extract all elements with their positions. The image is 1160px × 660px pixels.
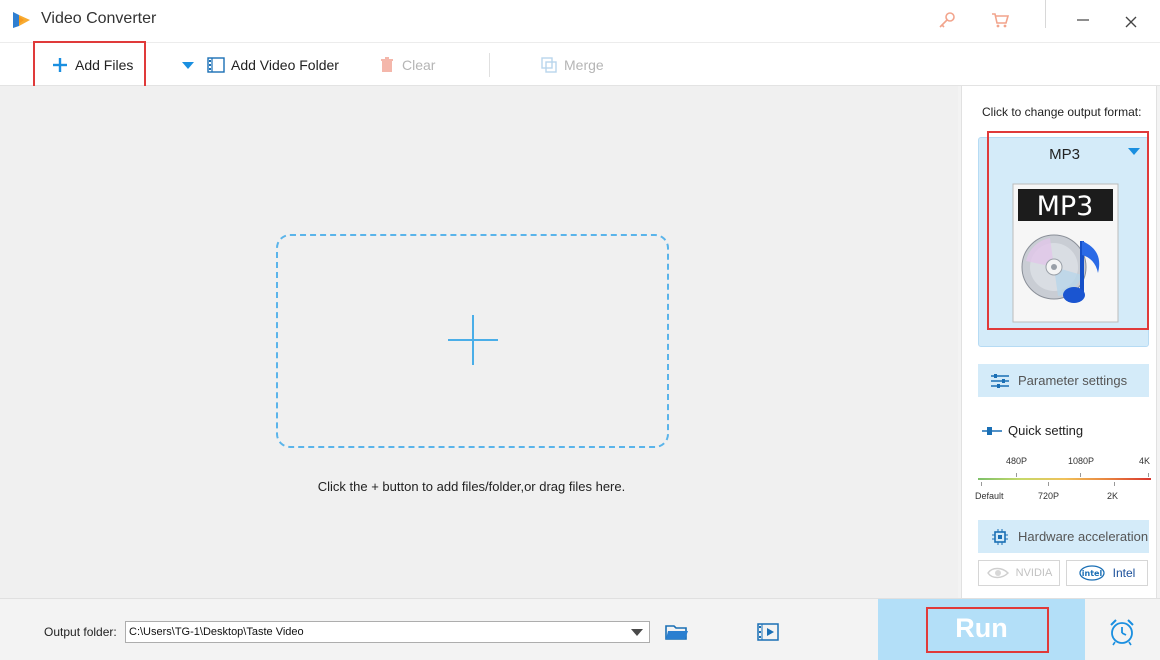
app-logo-icon bbox=[13, 12, 30, 28]
merge-button[interactable]: Merge bbox=[540, 43, 604, 87]
format-name: MP3 bbox=[1049, 146, 1080, 163]
footer: Output folder: C:\Users\TG-1\Desktop\Tas… bbox=[0, 598, 1160, 660]
tick-480p: 480P bbox=[1006, 456, 1028, 466]
cart-icon[interactable] bbox=[988, 9, 1012, 31]
chevron-down-icon bbox=[631, 629, 643, 636]
quick-setting-label: Quick setting bbox=[982, 423, 1083, 438]
toolbar: Add Files Add Video Folder Clear Merge bbox=[0, 41, 1160, 89]
parameter-settings-label: Parameter settings bbox=[1018, 373, 1128, 388]
tick-2k: 2K bbox=[1107, 491, 1119, 501]
nvidia-label: NVIDIA bbox=[1015, 567, 1053, 579]
file-list-area: Click the + button to add files/folder,o… bbox=[0, 86, 958, 598]
run-label: Run bbox=[955, 613, 1008, 643]
video-folder-icon[interactable] bbox=[755, 621, 781, 643]
alarm-clock-icon[interactable] bbox=[1107, 617, 1137, 647]
intel-icon: intel bbox=[1079, 565, 1105, 581]
chip-icon bbox=[990, 527, 1010, 547]
merge-icon bbox=[540, 56, 558, 74]
toolbar-separator bbox=[489, 53, 490, 77]
add-video-folder-button[interactable]: Add Video Folder bbox=[207, 43, 339, 87]
open-folder-icon[interactable] bbox=[664, 621, 690, 643]
clear-button[interactable]: Clear bbox=[378, 43, 435, 87]
hardware-acceleration-button[interactable]: Hardware acceleration bbox=[978, 520, 1149, 553]
nvidia-icon bbox=[986, 566, 1010, 580]
chevron-down-icon bbox=[1128, 148, 1140, 155]
intel-button[interactable]: intel Intel bbox=[1066, 560, 1148, 586]
hardware-acceleration-label: Hardware acceleration bbox=[1018, 529, 1149, 544]
mp3-format-icon: MP3 bbox=[1012, 183, 1119, 323]
title-bar: Video Converter bbox=[0, 0, 1160, 42]
tick-4k: 4K bbox=[1139, 456, 1151, 466]
chevron-down-icon bbox=[179, 56, 197, 74]
drop-zone[interactable] bbox=[276, 234, 669, 448]
add-files-dropdown[interactable] bbox=[179, 43, 197, 87]
slider-icon bbox=[982, 425, 1002, 437]
tick-1080p: 1080P bbox=[1068, 456, 1095, 466]
tick-default: Default bbox=[975, 491, 1004, 501]
output-folder-field[interactable]: C:\Users\TG-1\Desktop\Taste Video bbox=[125, 621, 650, 643]
mp3-icon-label: MP3 bbox=[1037, 191, 1094, 222]
nvidia-button[interactable]: NVIDIA bbox=[978, 560, 1060, 586]
quality-slider-track bbox=[978, 478, 1151, 480]
window-title: Video Converter bbox=[41, 10, 157, 27]
clear-label: Clear bbox=[402, 57, 436, 73]
output-format-label: Click to change output format: bbox=[982, 105, 1142, 119]
output-format-selector[interactable]: MP3 MP3 bbox=[978, 137, 1149, 347]
run-button[interactable]: Run bbox=[878, 599, 1085, 660]
minimize-icon[interactable] bbox=[1071, 9, 1095, 31]
drop-hint: Click the + button to add files/folder,o… bbox=[317, 479, 626, 494]
title-separator bbox=[1045, 0, 1046, 28]
plus-icon bbox=[51, 56, 69, 74]
intel-label: Intel bbox=[1112, 566, 1136, 580]
merge-label: Merge bbox=[564, 57, 604, 73]
output-folder-label: Output folder: bbox=[44, 625, 117, 639]
key-icon[interactable] bbox=[935, 9, 959, 31]
trash-icon bbox=[378, 56, 396, 74]
close-icon[interactable] bbox=[1119, 11, 1143, 33]
tick-720p: 720P bbox=[1038, 491, 1060, 501]
sliders-icon bbox=[990, 371, 1010, 391]
add-video-folder-label: Add Video Folder bbox=[231, 57, 339, 73]
quality-slider[interactable]: 480P 1080P 4K Default 720P 2K bbox=[975, 456, 1152, 506]
svg-text:intel: intel bbox=[1081, 569, 1102, 578]
output-panel: Click to change output format: MP3 MP3 P… bbox=[958, 86, 1160, 598]
add-files-label: Add Files bbox=[75, 57, 134, 73]
parameter-settings-button[interactable]: Parameter settings bbox=[978, 364, 1149, 397]
output-folder-value: C:\Users\TG-1\Desktop\Taste Video bbox=[129, 626, 304, 638]
film-folder-icon bbox=[207, 56, 225, 74]
add-files-button[interactable]: Add Files bbox=[51, 43, 133, 87]
